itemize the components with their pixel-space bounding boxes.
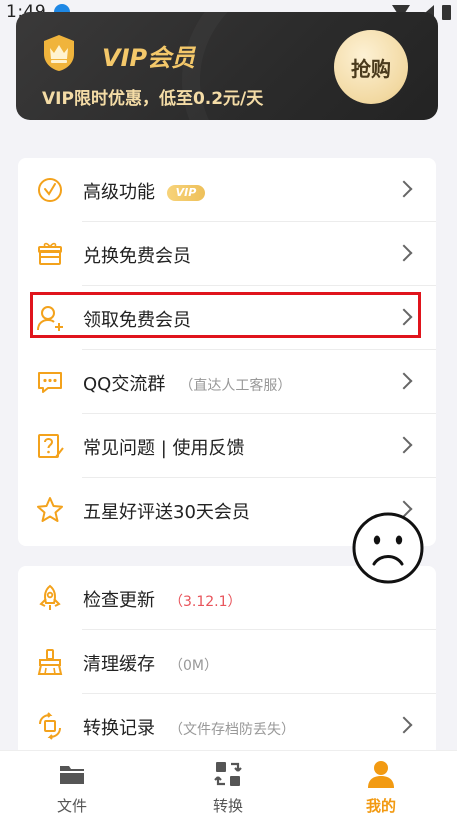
nav-item-mine[interactable]: 我的 <box>341 759 421 817</box>
nav-label: 转换 <box>212 797 243 815</box>
convert-record-note: （文件存档防丢失） <box>169 722 295 738</box>
cache-size-note: （0M） <box>169 658 218 674</box>
clock-check-icon <box>38 178 62 202</box>
menu-item-faq-feedback[interactable]: 常见问题 | 使用反馈 <box>18 414 436 478</box>
menu-item-advanced-features[interactable]: 高级功能 VIP <box>18 158 436 222</box>
main-menu-card: 高级功能 VIP 兑换免费会员 领取免费会员 QQ交流群 （直达人工客服） 常见… <box>18 158 436 546</box>
secondary-menu-card: 检查更新 （3.12.1） 清理缓存 （0M） 转换记录 （文件存档防丢失） <box>18 566 436 750</box>
menu-item-clear-cache[interactable]: 清理缓存 （0M） <box>18 630 436 694</box>
vip-subtitle: VIP限时优惠，低至0.2元/天 <box>42 89 264 109</box>
redeem-free-member-label: 兑换免费会员 <box>83 246 191 267</box>
gift-icon <box>38 242 62 265</box>
convert-record-label: 转换记录 <box>83 718 155 739</box>
vip-banner[interactable]: VIP会员 VIP限时优惠，低至0.2元/天 抢购 <box>16 12 438 120</box>
advanced-features-label: 高级功能 <box>83 182 155 203</box>
menu-item-qq-group[interactable]: QQ交流群 （直达人工客服） <box>18 350 436 414</box>
claim-free-member-label: 领取免费会员 <box>83 310 191 331</box>
question-edit-icon <box>38 434 64 458</box>
menu-item-label: QQ交流群 （直达人工客服） <box>83 370 291 396</box>
vip-title: VIP会员 <box>102 44 196 72</box>
convert-icon <box>214 762 242 786</box>
menu-item-label: 清理缓存 （0M） <box>83 650 218 676</box>
buy-button[interactable]: 抢购 <box>334 30 408 104</box>
convert-record-icon <box>39 712 61 740</box>
chevron-right-icon <box>395 244 413 262</box>
chevron-right-icon <box>395 716 413 734</box>
menu-item-convert-record[interactable]: 转换记录 （文件存档防丢失） <box>18 694 436 758</box>
star-icon <box>37 497 63 522</box>
version-note: （3.12.1） <box>169 594 242 610</box>
faq-feedback-label: 常见问题 | 使用反馈 <box>83 438 245 459</box>
menu-item-label: 高级功能 VIP <box>83 178 205 204</box>
sad-face-icon <box>352 512 424 584</box>
chevron-right-icon <box>395 436 413 454</box>
menu-item-claim-free-member[interactable]: 领取免费会员 <box>18 286 436 350</box>
folder-icon <box>60 766 84 784</box>
chevron-right-icon <box>395 308 413 326</box>
crown-shield-icon <box>44 35 74 71</box>
rocket-icon <box>39 584 61 610</box>
person-icon <box>368 761 394 788</box>
qq-group-label: QQ交流群 <box>83 374 166 395</box>
menu-item-label: 检查更新 （3.12.1） <box>83 586 242 612</box>
nav-item-convert[interactable]: 转换 <box>188 759 268 817</box>
clear-cache-label: 清理缓存 <box>83 654 155 675</box>
nav-label: 文件 <box>56 797 87 815</box>
nav-item-files[interactable]: 文件 <box>32 759 112 817</box>
nav-label: 我的 <box>365 797 396 815</box>
menu-item-redeem-free-member[interactable]: 兑换免费会员 <box>18 222 436 286</box>
five-star-review-label: 五星好评送30天会员 <box>83 502 250 523</box>
battery-icon <box>442 4 451 20</box>
bottom-nav: 文件 转换 我的 <box>0 750 457 820</box>
chat-dots-icon <box>38 372 62 393</box>
check-update-label: 检查更新 <box>83 590 155 611</box>
qq-group-note: （直达人工客服） <box>179 378 292 394</box>
user-add-icon <box>37 306 63 331</box>
vip-tag: VIP <box>167 185 205 201</box>
chevron-right-icon <box>395 180 413 198</box>
broom-icon <box>37 649 63 675</box>
menu-item-label: 转换记录 （文件存档防丢失） <box>83 714 295 740</box>
chevron-right-icon <box>395 372 413 390</box>
